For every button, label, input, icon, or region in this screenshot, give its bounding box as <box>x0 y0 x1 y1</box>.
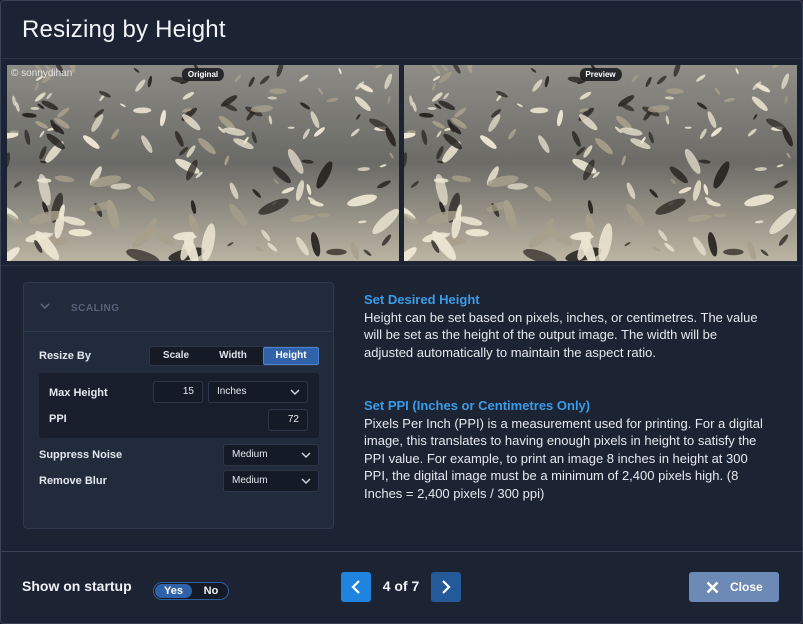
preview-tag: Preview <box>579 68 622 81</box>
chevron-down-icon <box>290 389 300 396</box>
max-height-label: Max Height <box>49 387 108 399</box>
original-tag: Original <box>181 68 225 81</box>
resize-option-width[interactable]: Width <box>205 347 261 365</box>
ppi-input[interactable]: 72 <box>268 409 308 431</box>
prev-button[interactable] <box>341 572 371 602</box>
suppress-noise-select[interactable]: Medium <box>223 444 319 466</box>
toggle-yes[interactable]: Yes <box>155 584 192 598</box>
ppi-description: Set PPI (Inches or Centimetres Only) Pix… <box>364 397 764 502</box>
next-button[interactable] <box>431 572 461 602</box>
remove-blur-label: Remove Blur <box>39 475 107 487</box>
suppress-noise-value: Medium <box>232 449 268 460</box>
height-paragraph: Height can be set based on pixels, inche… <box>364 309 758 360</box>
scaling-panel: SCALING Resize By Scale Width Height Max… <box>23 282 334 529</box>
suppress-noise-label: Suppress Noise <box>39 449 123 461</box>
resize-option-height[interactable]: Height <box>263 347 319 365</box>
height-heading: Set Desired Height <box>364 292 480 307</box>
resize-by-segmented: Scale Width Height <box>149 346 319 366</box>
max-height-input[interactable]: 15 <box>153 381 203 403</box>
chevron-left-icon <box>351 580 360 594</box>
scaling-title: SCALING <box>71 303 120 314</box>
height-settings: Max Height 15 Inches PPI 72 <box>39 373 319 438</box>
unit-select[interactable]: Inches <box>208 381 308 403</box>
startup-toggle[interactable]: Yes No <box>153 582 229 600</box>
footer-divider <box>1 551 802 552</box>
birds-photo-original <box>7 65 399 261</box>
ppi-heading: Set PPI (Inches or Centimetres Only) <box>364 398 591 413</box>
chevron-down-icon <box>301 478 311 485</box>
toggle-no[interactable]: No <box>196 584 226 598</box>
preview-image: Preview <box>404 65 797 261</box>
photo-watermark: © sonnydihan <box>11 68 73 79</box>
resize-option-scale[interactable]: Scale <box>150 347 202 365</box>
remove-blur-value: Medium <box>232 475 268 486</box>
remove-blur-select[interactable]: Medium <box>223 470 319 492</box>
ppi-label: PPI <box>49 413 67 425</box>
unit-select-value: Inches <box>217 386 247 397</box>
chevron-right-icon <box>442 580 451 594</box>
birds-photo-preview <box>404 65 797 261</box>
chevron-down-icon <box>301 452 311 459</box>
section-divider <box>1 265 802 266</box>
dialog-title: Resizing by Height <box>22 16 226 43</box>
show-on-startup-label: Show on startup <box>22 578 132 594</box>
resize-by-label: Resize By <box>39 350 91 362</box>
page-indicator: 4 of 7 <box>382 578 420 594</box>
x-icon <box>706 581 719 594</box>
title-divider <box>1 58 802 59</box>
chevron-down-icon[interactable] <box>39 300 51 312</box>
ppi-paragraph: Pixels Per Inch (PPI) is a measurement u… <box>364 415 763 501</box>
resize-dialog: Resizing by Height © sonnydihan Original <box>0 0 803 624</box>
close-button[interactable]: Close <box>689 572 779 602</box>
close-label: Close <box>730 580 763 594</box>
scaling-header[interactable]: SCALING <box>24 283 333 332</box>
height-description: Set Desired Height Height can be set bas… <box>364 291 764 361</box>
original-image: © sonnydihan Original <box>7 65 399 261</box>
